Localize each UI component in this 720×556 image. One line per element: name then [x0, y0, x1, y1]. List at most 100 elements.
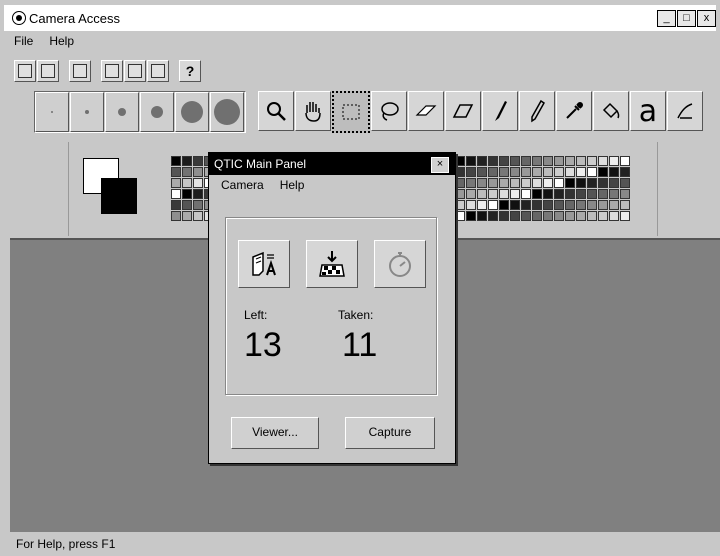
- palette-swatch[interactable]: [554, 211, 564, 221]
- palette-swatch[interactable]: [193, 211, 203, 221]
- palette-swatch[interactable]: [182, 178, 192, 188]
- palette-swatch[interactable]: [576, 189, 586, 199]
- palette-swatch[interactable]: [477, 189, 487, 199]
- palette-swatch[interactable]: [587, 167, 597, 177]
- palette-swatch[interactable]: [499, 178, 509, 188]
- palette-swatch[interactable]: [598, 156, 608, 166]
- camera-info-button[interactable]: [238, 240, 290, 288]
- palette-swatch[interactable]: [510, 167, 520, 177]
- palette-swatch[interactable]: [477, 200, 487, 210]
- lasso-icon[interactable]: [371, 91, 407, 131]
- menu-file[interactable]: File: [14, 34, 33, 48]
- palette-swatch[interactable]: [499, 189, 509, 199]
- minimize-button[interactable]: _: [657, 10, 676, 27]
- palette-swatch[interactable]: [543, 156, 553, 166]
- palette-swatch[interactable]: [598, 211, 608, 221]
- palette-swatch[interactable]: [499, 156, 509, 166]
- palette-swatch[interactable]: [455, 167, 465, 177]
- rectangle-select-icon[interactable]: [332, 91, 370, 133]
- palette-swatch[interactable]: [598, 167, 608, 177]
- palette-swatch[interactable]: [488, 178, 498, 188]
- palette-swatch[interactable]: [587, 178, 597, 188]
- palette-swatch[interactable]: [543, 167, 553, 177]
- palette-swatch[interactable]: [171, 167, 181, 177]
- palette-swatch[interactable]: [587, 200, 597, 210]
- palette-swatch[interactable]: [193, 189, 203, 199]
- palette-swatch[interactable]: [609, 211, 619, 221]
- palette-swatch[interactable]: [510, 178, 520, 188]
- batch-icon[interactable]: [124, 60, 146, 82]
- palette-swatch[interactable]: [182, 189, 192, 199]
- palette-swatch[interactable]: [510, 211, 520, 221]
- palette-swatch[interactable]: [554, 156, 564, 166]
- palette-swatch[interactable]: [598, 200, 608, 210]
- palette-swatch[interactable]: [466, 167, 476, 177]
- palette-swatch[interactable]: [182, 167, 192, 177]
- palette-swatch[interactable]: [510, 200, 520, 210]
- palette-swatch[interactable]: [532, 189, 542, 199]
- palette-swatch[interactable]: [587, 189, 597, 199]
- palette-swatch[interactable]: [565, 178, 575, 188]
- palette-swatch[interactable]: [543, 178, 553, 188]
- palette-swatch[interactable]: [565, 200, 575, 210]
- parallelogram-icon[interactable]: [445, 91, 481, 131]
- palette-swatch[interactable]: [488, 167, 498, 177]
- brush-size-3[interactable]: [105, 92, 139, 132]
- palette-swatch[interactable]: [488, 189, 498, 199]
- maximize-button[interactable]: □: [677, 10, 696, 27]
- palette-swatch[interactable]: [532, 200, 542, 210]
- palette-swatch[interactable]: [609, 200, 619, 210]
- palette-swatch[interactable]: [576, 200, 586, 210]
- palette-swatch[interactable]: [587, 156, 597, 166]
- palette-swatch[interactable]: [466, 156, 476, 166]
- foreground-color-swatch[interactable]: [101, 178, 137, 214]
- palette-swatch[interactable]: [521, 211, 531, 221]
- brush-icon[interactable]: [482, 91, 518, 131]
- palette-swatch[interactable]: [598, 189, 608, 199]
- palette-swatch[interactable]: [499, 211, 509, 221]
- palette-swatch[interactable]: [620, 167, 630, 177]
- palette-swatch[interactable]: [609, 189, 619, 199]
- palette-swatch[interactable]: [455, 156, 465, 166]
- palette-swatch[interactable]: [466, 178, 476, 188]
- palette-swatch[interactable]: [182, 200, 192, 210]
- palette-swatch[interactable]: [193, 167, 203, 177]
- open-icon[interactable]: [14, 60, 36, 82]
- help-icon[interactable]: ?: [179, 60, 201, 82]
- palette-swatch[interactable]: [510, 189, 520, 199]
- save-icon[interactable]: [37, 60, 59, 82]
- viewer-button[interactable]: Viewer...: [231, 417, 319, 449]
- palette-swatch[interactable]: [576, 178, 586, 188]
- palette-swatch[interactable]: [565, 189, 575, 199]
- palette-swatch[interactable]: [521, 178, 531, 188]
- palette-swatch[interactable]: [477, 156, 487, 166]
- capture-button[interactable]: Capture: [345, 417, 435, 449]
- palette-swatch[interactable]: [521, 200, 531, 210]
- palette-swatch[interactable]: [576, 156, 586, 166]
- palette-swatch[interactable]: [182, 211, 192, 221]
- palette-swatch[interactable]: [499, 167, 509, 177]
- palette-swatch[interactable]: [609, 178, 619, 188]
- palette-swatch[interactable]: [466, 200, 476, 210]
- palette-swatch[interactable]: [521, 189, 531, 199]
- palette-swatch[interactable]: [171, 211, 181, 221]
- palette-swatch[interactable]: [543, 200, 553, 210]
- palette-swatch[interactable]: [532, 156, 542, 166]
- palette-swatch[interactable]: [554, 178, 564, 188]
- brush-size-2[interactable]: [70, 92, 104, 132]
- palette-swatch[interactable]: [193, 200, 203, 210]
- palette-swatch[interactable]: [466, 189, 476, 199]
- palette-swatch[interactable]: [171, 200, 181, 210]
- palette-swatch[interactable]: [488, 200, 498, 210]
- palette-swatch[interactable]: [609, 167, 619, 177]
- palette-swatch[interactable]: [466, 211, 476, 221]
- palette-swatch[interactable]: [499, 200, 509, 210]
- palette-swatch[interactable]: [477, 211, 487, 221]
- palette-swatch[interactable]: [598, 178, 608, 188]
- palette-swatch[interactable]: [565, 167, 575, 177]
- capture-icon[interactable]: [101, 60, 123, 82]
- palette-swatch[interactable]: [171, 178, 181, 188]
- palette-swatch[interactable]: [455, 189, 465, 199]
- folder-icon[interactable]: [147, 60, 169, 82]
- palette-swatch[interactable]: [488, 211, 498, 221]
